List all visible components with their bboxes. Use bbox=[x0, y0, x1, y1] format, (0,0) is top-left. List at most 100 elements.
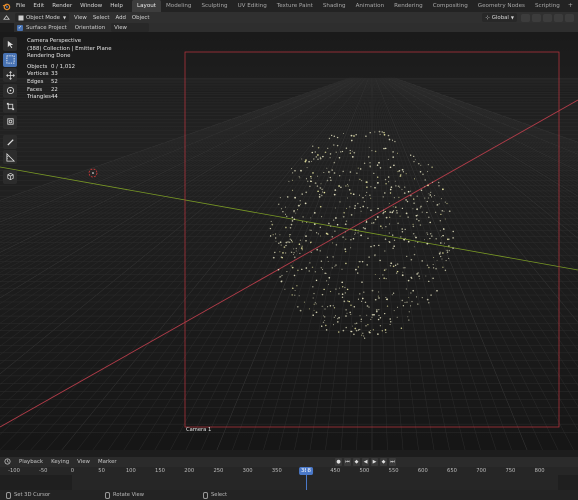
snap-icon[interactable] bbox=[532, 13, 541, 22]
particle bbox=[378, 130, 381, 133]
stat-value: 0 / 1,012 bbox=[51, 63, 76, 70]
add-cube-tool-button[interactable] bbox=[3, 169, 17, 184]
particle bbox=[403, 192, 406, 194]
particle bbox=[301, 193, 303, 195]
particle bbox=[374, 218, 377, 221]
blender-logo-icon[interactable] bbox=[0, 0, 12, 12]
rotate-tool-button[interactable] bbox=[3, 83, 17, 98]
cursor-tool-button[interactable] bbox=[3, 37, 17, 51]
tab-modeling[interactable]: Modeling bbox=[161, 0, 196, 12]
tab-compositing[interactable]: Compositing bbox=[428, 0, 473, 12]
frame-ruler[interactable]: -100-50050100150200250300350400450500550… bbox=[0, 467, 578, 475]
menu-timeline-view[interactable]: View bbox=[73, 459, 94, 465]
next-keyframe-icon[interactable]: ◆ bbox=[380, 458, 387, 466]
editor-type-button[interactable] bbox=[0, 13, 13, 22]
tab-layout[interactable]: Layout bbox=[131, 0, 161, 12]
particle bbox=[275, 240, 277, 242]
move-tool-button[interactable] bbox=[3, 68, 17, 83]
particle bbox=[296, 285, 298, 287]
particle bbox=[338, 293, 340, 295]
tab-uv-editing[interactable]: UV Editing bbox=[233, 0, 272, 12]
orientation-dropdown[interactable]: View bbox=[111, 23, 150, 32]
tab-texture-paint[interactable]: Texture Paint bbox=[272, 0, 318, 12]
particle bbox=[335, 264, 337, 266]
add-workspace-button[interactable]: + bbox=[565, 0, 576, 12]
menu-view[interactable]: View bbox=[71, 13, 90, 22]
frame-tick-label: 100 bbox=[125, 468, 136, 474]
menu-window[interactable]: Window bbox=[76, 0, 106, 12]
menu-playback[interactable]: Playback bbox=[15, 459, 47, 465]
particle bbox=[334, 315, 337, 317]
particle bbox=[342, 170, 344, 173]
particle bbox=[389, 216, 391, 218]
particle bbox=[274, 233, 277, 235]
tab-geometry-nodes[interactable]: Geometry Nodes bbox=[473, 0, 530, 12]
particle bbox=[324, 151, 327, 154]
particle bbox=[315, 279, 318, 282]
menu-help[interactable]: Help bbox=[106, 0, 127, 12]
surface-project-checkbox[interactable]: ✓ bbox=[17, 24, 23, 31]
falloff-icon[interactable] bbox=[565, 13, 574, 22]
tab-scripting[interactable]: Scripting bbox=[530, 0, 565, 12]
menu-edit[interactable]: Edit bbox=[29, 0, 48, 12]
play-reverse-icon[interactable]: ◀ bbox=[362, 458, 369, 466]
measure-tool-button[interactable] bbox=[3, 150, 17, 165]
particle bbox=[316, 185, 319, 187]
tab-rendering[interactable]: Rendering bbox=[389, 0, 428, 12]
tab-animation[interactable]: Animation bbox=[351, 0, 390, 12]
playback-controls: ● ⏮ ◆ ◀ ▶ ◆ ⏭ bbox=[335, 458, 396, 466]
particle bbox=[369, 166, 371, 168]
transform-tool-button[interactable] bbox=[3, 114, 17, 129]
particle bbox=[329, 157, 331, 159]
particle bbox=[293, 252, 295, 254]
particle bbox=[448, 245, 450, 247]
particle bbox=[313, 303, 315, 305]
timeline-track-area[interactable] bbox=[0, 475, 578, 490]
timeline-editor-type-button[interactable] bbox=[0, 458, 15, 467]
particle bbox=[425, 275, 427, 277]
proportional-edit-icon[interactable] bbox=[554, 13, 563, 22]
snap-target-icon[interactable] bbox=[543, 13, 552, 22]
particle bbox=[392, 234, 394, 236]
particle bbox=[313, 309, 315, 311]
particle bbox=[298, 176, 300, 178]
particle bbox=[329, 153, 332, 155]
particle bbox=[424, 197, 426, 199]
particle bbox=[364, 337, 366, 339]
menu-object[interactable]: Object bbox=[129, 13, 153, 22]
tab-sculpting[interactable]: Sculpting bbox=[196, 0, 232, 12]
record-icon[interactable]: ● bbox=[335, 458, 342, 466]
particle bbox=[357, 232, 359, 234]
particle bbox=[362, 205, 365, 208]
transform-orientation-dropdown[interactable]: ⊹ Global ▼ bbox=[482, 13, 517, 22]
menu-keying[interactable]: Keying bbox=[47, 459, 73, 465]
particle bbox=[324, 272, 326, 275]
particle bbox=[322, 191, 324, 193]
particle bbox=[363, 291, 365, 293]
menu-marker[interactable]: Marker bbox=[94, 459, 121, 465]
particle bbox=[326, 256, 329, 258]
jump-end-icon[interactable]: ⏭ bbox=[389, 458, 396, 466]
particle bbox=[371, 222, 373, 224]
jump-start-icon[interactable]: ⏮ bbox=[344, 458, 351, 466]
annotate-tool-button[interactable] bbox=[3, 134, 17, 149]
select-box-tool-button[interactable] bbox=[3, 52, 17, 67]
play-icon[interactable]: ▶ bbox=[371, 458, 378, 466]
particle bbox=[391, 294, 393, 296]
pivot-point-icon[interactable] bbox=[521, 13, 530, 22]
particle bbox=[293, 253, 295, 255]
playhead-line[interactable] bbox=[306, 467, 307, 490]
menu-file[interactable]: File bbox=[12, 0, 29, 12]
prev-keyframe-icon[interactable]: ◆ bbox=[353, 458, 360, 466]
particle bbox=[301, 249, 303, 251]
menu-render[interactable]: Render bbox=[48, 0, 76, 12]
menu-select[interactable]: Select bbox=[90, 13, 113, 22]
mode-dropdown[interactable]: Object Mode ▼ bbox=[15, 13, 70, 22]
particle bbox=[363, 162, 366, 164]
particle bbox=[426, 264, 429, 267]
status-right: Select bbox=[203, 491, 227, 499]
particle bbox=[279, 197, 281, 199]
menu-add[interactable]: Add bbox=[112, 13, 128, 22]
scale-tool-button[interactable] bbox=[3, 99, 17, 114]
tab-shading[interactable]: Shading bbox=[318, 0, 351, 12]
